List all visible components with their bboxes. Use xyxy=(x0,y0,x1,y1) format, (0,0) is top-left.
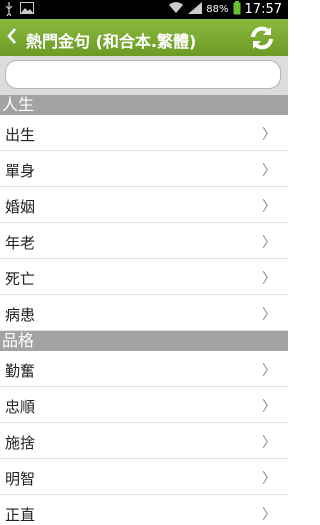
search-bar xyxy=(0,56,288,95)
list-item-label: 勤奮 xyxy=(5,362,36,380)
list-item[interactable]: 婚姻 〉 xyxy=(0,187,288,223)
chevron-right-icon: 〉 xyxy=(262,235,276,251)
list-item[interactable]: 年老 〉 xyxy=(0,223,288,259)
wifi-icon xyxy=(168,2,184,17)
page-title: 熱門金句 (和合本.繁體) xyxy=(26,32,197,51)
list-item-label: 婚姻 xyxy=(5,198,36,216)
battery-percentage: 88% xyxy=(206,4,229,15)
refresh-icon[interactable] xyxy=(248,24,276,52)
list-item[interactable]: 明智 〉 xyxy=(0,459,288,495)
chevron-right-icon: 〉 xyxy=(262,363,276,379)
list-item-label: 病患 xyxy=(5,306,36,324)
chevron-right-icon: 〉 xyxy=(262,399,276,415)
list-item-label: 單身 xyxy=(5,162,36,180)
list-item[interactable]: 死亡 〉 xyxy=(0,259,288,295)
list-item[interactable]: 病患 〉 xyxy=(0,295,288,331)
usb-icon xyxy=(4,2,14,19)
list-item[interactable]: 單身 〉 xyxy=(0,151,288,187)
search-input[interactable] xyxy=(5,60,281,89)
battery-icon xyxy=(233,1,241,18)
clock: 17:57 xyxy=(244,2,282,17)
chevron-right-icon: 〉 xyxy=(262,127,276,143)
list-item[interactable]: 忠順 〉 xyxy=(0,387,288,423)
chevron-right-icon: 〉 xyxy=(262,471,276,487)
list-item-label: 死亡 xyxy=(5,270,36,288)
app-bar: 熱門金句 (和合本.繁體) xyxy=(0,19,288,56)
list-item-label: 出生 xyxy=(5,126,36,144)
chevron-right-icon: 〉 xyxy=(262,199,276,215)
list-item-label: 施捨 xyxy=(5,434,36,452)
chevron-right-icon: 〉 xyxy=(262,163,276,179)
chevron-right-icon: 〉 xyxy=(262,307,276,323)
back-icon[interactable] xyxy=(5,26,19,48)
list-item-label: 忠順 xyxy=(5,398,36,416)
status-bar: 88% 17:57 xyxy=(0,0,288,19)
list-item[interactable]: 勤奮 〉 xyxy=(0,351,288,387)
chevron-right-icon: 〉 xyxy=(262,271,276,287)
section-header: 人生 xyxy=(0,95,288,115)
list-item-label: 正直 xyxy=(5,506,36,524)
chevron-right-icon: 〉 xyxy=(262,507,276,523)
list-item[interactable]: 正直 〉 xyxy=(0,495,288,524)
list-item-label: 明智 xyxy=(5,470,36,488)
list-item[interactable]: 施捨 〉 xyxy=(0,423,288,459)
image-icon xyxy=(20,2,34,19)
list-item[interactable]: 出生 〉 xyxy=(0,115,288,151)
signal-icon xyxy=(188,2,203,17)
section-header: 品格 xyxy=(0,331,288,351)
list-item-label: 年老 xyxy=(5,234,36,252)
chevron-right-icon: 〉 xyxy=(262,435,276,451)
